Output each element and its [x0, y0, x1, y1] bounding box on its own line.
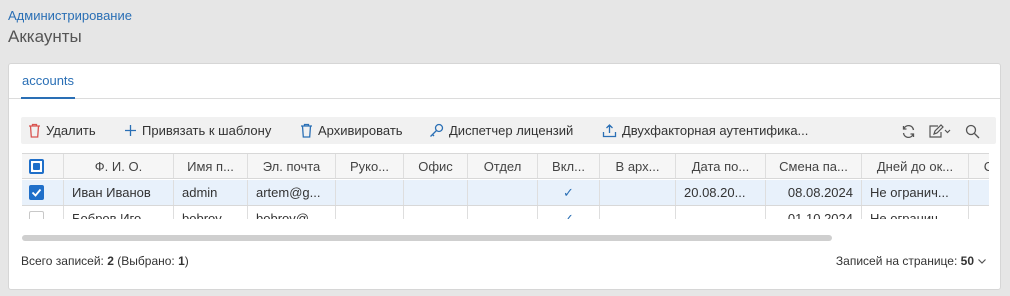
cell-email: artem@g... [248, 180, 336, 205]
bind-template-label: Привязать к шаблону [142, 123, 272, 138]
cell-date [676, 206, 766, 219]
records-summary: Всего записей: 2 (Выбрано: 1) [21, 254, 189, 268]
license-manager-button[interactable]: Диспетчер лицензий [429, 117, 573, 144]
cell-extra [969, 206, 989, 219]
cell-extra [969, 180, 989, 205]
table-row[interactable]: Иван Иванов admin artem@g... ✓ 20.08.20.… [22, 180, 989, 206]
chevron-down-icon [978, 259, 986, 264]
table-header-row: Ф. И. О. Имя п... Эл. почта Руко... Офис… [22, 154, 989, 179]
column-header[interactable]: Дата по... [676, 154, 766, 178]
delete-label: Удалить [46, 123, 96, 138]
cell-office [404, 206, 468, 219]
table-row[interactable]: Бобров Иго... bobrov bobrov@... ✓ 01.10.… [22, 206, 989, 219]
check-icon [31, 188, 42, 197]
trash-icon [301, 123, 312, 138]
accounts-panel: accounts Удалить Привязать к шаблону Арх… [8, 63, 1001, 290]
column-header[interactable]: Имя п... [174, 154, 248, 178]
total-label: Всего записей: [21, 254, 104, 268]
cell-dept [468, 206, 538, 219]
select-all-checkbox[interactable] [29, 159, 44, 174]
cell-office [404, 180, 468, 205]
selected-value: 1 [178, 254, 185, 268]
upload-icon [602, 124, 617, 138]
column-header[interactable]: Эл. почта [248, 154, 336, 178]
row-select-cell[interactable] [22, 206, 64, 219]
trash-icon [29, 123, 40, 138]
horizontal-scrollbar[interactable] [22, 235, 832, 241]
row-select-cell[interactable] [22, 180, 64, 205]
cell-archived [600, 180, 676, 205]
bind-template-button[interactable]: Привязать к шаблону [124, 117, 271, 144]
license-manager-label: Диспетчер лицензий [449, 123, 574, 138]
accounts-table: Ф. И. О. Имя п... Эл. почта Руко... Офис… [22, 153, 989, 219]
archive-button[interactable]: Архивировать [300, 117, 403, 144]
row-checkbox[interactable] [29, 211, 44, 219]
per-page-value: 50 [960, 254, 974, 268]
total-value: 2 [107, 254, 114, 268]
key-icon [430, 123, 444, 137]
cell-date: 20.08.20... [676, 180, 766, 205]
cell-pwd-change: 08.08.2024 [766, 180, 862, 205]
breadcrumb[interactable]: Администрирование [8, 8, 132, 23]
plus-icon [125, 125, 136, 136]
per-page-selector[interactable]: Записей на странице: 50 [836, 254, 987, 268]
cell-name: Иван Иванов [64, 180, 174, 205]
delete-button[interactable]: Удалить [28, 117, 96, 144]
two-factor-label: Двухфакторная аутентифика... [622, 123, 809, 138]
cell-manager [336, 206, 404, 219]
tab-bar: accounts [9, 64, 1000, 99]
page-title: Аккаунты [8, 27, 82, 46]
row-checkbox[interactable] [29, 185, 44, 200]
refresh-icon[interactable] [899, 122, 917, 140]
column-header[interactable]: Дней до ок... [862, 154, 969, 178]
cell-days-left: Не огранич... [862, 206, 969, 219]
cell-name: Бобров Иго... [64, 206, 174, 219]
per-page-label: Записей на странице: [835, 254, 958, 268]
column-header[interactable]: Смена па... [766, 154, 862, 178]
column-header[interactable]: Отдел [468, 154, 538, 178]
cell-archived [600, 206, 676, 219]
selected-label: (Выбрано: [117, 254, 175, 268]
select-all-cell[interactable] [22, 154, 64, 178]
cell-email: bobrov@... [248, 206, 336, 219]
edit-columns-icon[interactable] [927, 122, 953, 140]
column-header[interactable]: С [969, 154, 989, 178]
archive-label: Архивировать [318, 123, 403, 138]
two-factor-button[interactable]: Двухфакторная аутентифика... [602, 117, 808, 144]
cell-login: bobrov [174, 206, 248, 219]
cell-login: admin [174, 180, 248, 205]
cell-pwd-change: 01.10.2024 [766, 206, 862, 219]
cell-days-left: Не огранич... [862, 180, 969, 205]
toolbar: Удалить Привязать к шаблону Архивировать… [21, 117, 996, 144]
column-header[interactable]: Руко... [336, 154, 404, 178]
selected-close: ) [184, 254, 189, 268]
cell-enabled-check-icon: ✓ [538, 180, 600, 205]
cell-enabled-check-icon: ✓ [538, 206, 600, 219]
cell-manager [336, 180, 404, 205]
tab-accounts[interactable]: accounts [21, 73, 76, 99]
cell-dept [468, 180, 538, 205]
column-header[interactable]: В арх... [600, 154, 676, 178]
column-header[interactable]: Офис [404, 154, 468, 178]
search-icon[interactable] [963, 122, 981, 140]
column-header[interactable]: Вкл... [538, 154, 600, 178]
column-header[interactable]: Ф. И. О. [64, 154, 174, 178]
